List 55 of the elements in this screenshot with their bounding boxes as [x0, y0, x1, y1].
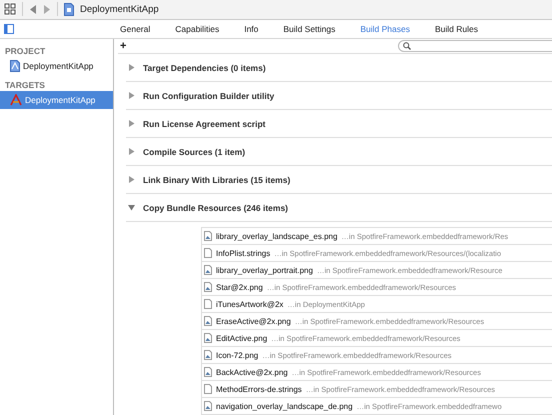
forward-icon[interactable] — [43, 4, 51, 14]
disclosure-triangle-icon[interactable] — [128, 204, 135, 211]
app-target-icon — [10, 94, 22, 106]
image-file-icon — [204, 367, 212, 377]
document-icon — [204, 248, 212, 258]
document-icon — [204, 299, 212, 309]
disclosure-triangle-icon[interactable] — [128, 92, 135, 99]
image-file-icon — [204, 316, 212, 326]
disclosure-triangle-icon[interactable] — [128, 120, 135, 127]
file-name: Icon-72.png — [216, 350, 258, 360]
image-file-icon — [204, 282, 212, 292]
build-phase-title[interactable]: Compile Sources (1 item) — [143, 146, 246, 156]
add-button[interactable]: + — [118, 40, 128, 52]
sidebar-toggle-icon[interactable] — [4, 24, 14, 34]
file-name: iTunesArtwork@2x — [216, 300, 284, 308]
file-name: Star@2x.png — [216, 282, 263, 292]
image-file-icon — [204, 231, 212, 241]
file-name: library_overlay_portrait.png — [216, 266, 313, 274]
disclosure-triangle-icon[interactable] — [128, 64, 135, 71]
disclosure-triangle-icon[interactable] — [128, 176, 135, 183]
tab[interactable]: Build Phases — [358, 24, 424, 34]
build-phase-title[interactable]: Copy Bundle Resources (246 items) — [143, 202, 288, 212]
file-name: InfoPlist.strings — [216, 248, 270, 258]
file-name: navigation_overlay_landscape_de.png — [216, 402, 353, 410]
grid-icon[interactable] — [4, 3, 16, 16]
tab[interactable]: Build Settings — [281, 24, 350, 34]
tab[interactable]: General — [118, 24, 164, 34]
build-phase-title[interactable]: Run License Agreement script — [143, 118, 266, 128]
tab[interactable]: Build Rules — [433, 24, 492, 34]
section-heading: PROJECT — [4, 45, 46, 57]
file-name: EditActive.png — [216, 334, 268, 342]
file-title[interactable]: DeploymentKitApp — [80, 4, 159, 15]
file-name: BackActive@2x.png — [216, 368, 288, 376]
back-icon[interactable] — [29, 4, 37, 14]
image-file-icon — [204, 333, 212, 343]
file-name: library_overlay_landscape_es.png — [216, 232, 338, 240]
project-file-icon — [10, 60, 20, 72]
sidebar-item[interactable]: DeploymentKitApp — [0, 57, 113, 75]
tab[interactable]: Info — [242, 24, 272, 34]
search-icon — [403, 42, 411, 50]
image-file-icon — [204, 265, 212, 275]
image-file-icon — [204, 401, 212, 411]
file-name: EraseActive@2x.png — [216, 316, 291, 326]
project-file-icon — [64, 2, 74, 16]
build-phase-title[interactable]: Target Dependencies (0 items) — [143, 62, 266, 72]
search-field[interactable] — [398, 40, 552, 52]
tab[interactable]: Capabilities — [173, 24, 234, 34]
build-phase-title[interactable]: Link Binary With Libraries (15 items) — [143, 174, 290, 184]
build-phase-title[interactable]: Run Configuration Builder utility — [143, 90, 274, 100]
document-icon — [204, 384, 212, 394]
image-file-icon — [204, 350, 212, 360]
section-heading: TARGETS — [4, 79, 46, 91]
sidebar-item[interactable]: DeploymentKitApp — [0, 91, 113, 109]
file-name: MethodErrors-de.strings — [216, 384, 302, 394]
disclosure-triangle-icon[interactable] — [128, 148, 135, 155]
